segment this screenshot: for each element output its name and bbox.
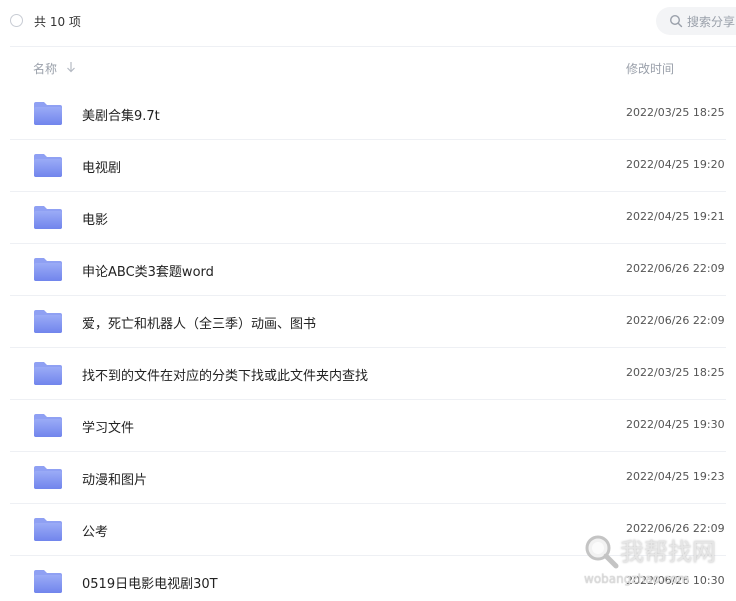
file-modified-time: 2022/03/25 18:25 (626, 366, 725, 379)
file-row[interactable]: 申论ABC类3套题word 2022/06/26 22:09 (10, 244, 726, 296)
file-rows: 美剧合集9.7t 2022/03/25 18:25 电视剧 2022/04/25 19… (10, 88, 726, 601)
file-name[interactable]: 爱，死亡和机器人（全三季）动画、图书 (82, 313, 316, 332)
file-row[interactable]: 0519日电影电视剧30T 2022/06/26 10:30 (10, 556, 726, 601)
file-modified-time: 2022/06/26 10:30 (626, 574, 725, 587)
file-row[interactable]: 美剧合集9.7t 2022/03/25 18:25 (10, 88, 726, 140)
column-header: 名称 修改时间 (10, 46, 736, 88)
file-modified-time: 2022/04/25 19:20 (626, 158, 725, 171)
file-modified-time: 2022/04/25 19:30 (626, 418, 725, 431)
item-count: 共 10 项 (34, 15, 81, 29)
folder-icon (33, 204, 63, 230)
file-name[interactable]: 电视剧 (82, 157, 121, 176)
file-name[interactable]: 0519日电影电视剧30T (82, 573, 218, 592)
file-row[interactable]: 爱，死亡和机器人（全三季）动画、图书 2022/06/26 22:09 (10, 296, 726, 348)
folder-icon (33, 516, 63, 542)
file-name[interactable]: 公考 (82, 521, 108, 540)
file-row[interactable]: 电视剧 2022/04/25 19:20 (10, 140, 726, 192)
folder-icon (33, 308, 63, 334)
file-modified-time: 2022/06/26 22:09 (626, 522, 725, 535)
file-row[interactable]: 电影 2022/04/25 19:21 (10, 192, 726, 244)
top-bar: 共 10 项 搜索分享 (0, 0, 736, 46)
search-input[interactable]: 搜索分享 (656, 7, 736, 35)
folder-icon (33, 412, 63, 438)
folder-icon (33, 256, 63, 282)
file-list-page: 共 10 项 搜索分享 名称 修改时间 美剧合集9.7t 2022/03/25 1… (0, 0, 736, 601)
file-name[interactable]: 申论ABC类3套题word (82, 261, 214, 280)
file-name[interactable]: 学习文件 (82, 417, 134, 436)
search-icon (669, 14, 683, 28)
file-name[interactable]: 找不到的文件在对应的分类下找或此文件夹内查找 (82, 365, 368, 384)
file-row[interactable]: 动漫和图片 2022/04/25 19:23 (10, 452, 726, 504)
folder-icon (33, 100, 63, 126)
file-modified-time: 2022/04/25 19:23 (626, 470, 725, 483)
folder-icon (33, 152, 63, 178)
folder-icon (33, 568, 63, 594)
file-row[interactable]: 找不到的文件在对应的分类下找或此文件夹内查找 2022/03/25 18:25 (10, 348, 726, 400)
folder-icon (33, 464, 63, 490)
file-row[interactable]: 公考 2022/06/26 22:09 (10, 504, 726, 556)
sort-arrow-down-icon[interactable] (66, 61, 76, 73)
file-modified-time: 2022/03/25 18:25 (626, 106, 725, 119)
select-all-checkbox[interactable] (10, 14, 23, 27)
file-row[interactable]: 学习文件 2022/04/25 19:30 (10, 400, 726, 452)
file-name[interactable]: 动漫和图片 (82, 469, 147, 488)
file-name[interactable]: 电影 (82, 209, 108, 228)
file-name[interactable]: 美剧合集9.7t (82, 105, 160, 124)
folder-icon (33, 360, 63, 386)
column-name-header[interactable]: 名称 (33, 60, 57, 77)
file-modified-time: 2022/06/26 22:09 (626, 314, 725, 327)
file-modified-time: 2022/04/25 19:21 (626, 210, 725, 223)
column-modified-header[interactable]: 修改时间 (626, 60, 674, 77)
search-placeholder: 搜索分享 (687, 15, 736, 29)
file-modified-time: 2022/06/26 22:09 (626, 262, 725, 275)
